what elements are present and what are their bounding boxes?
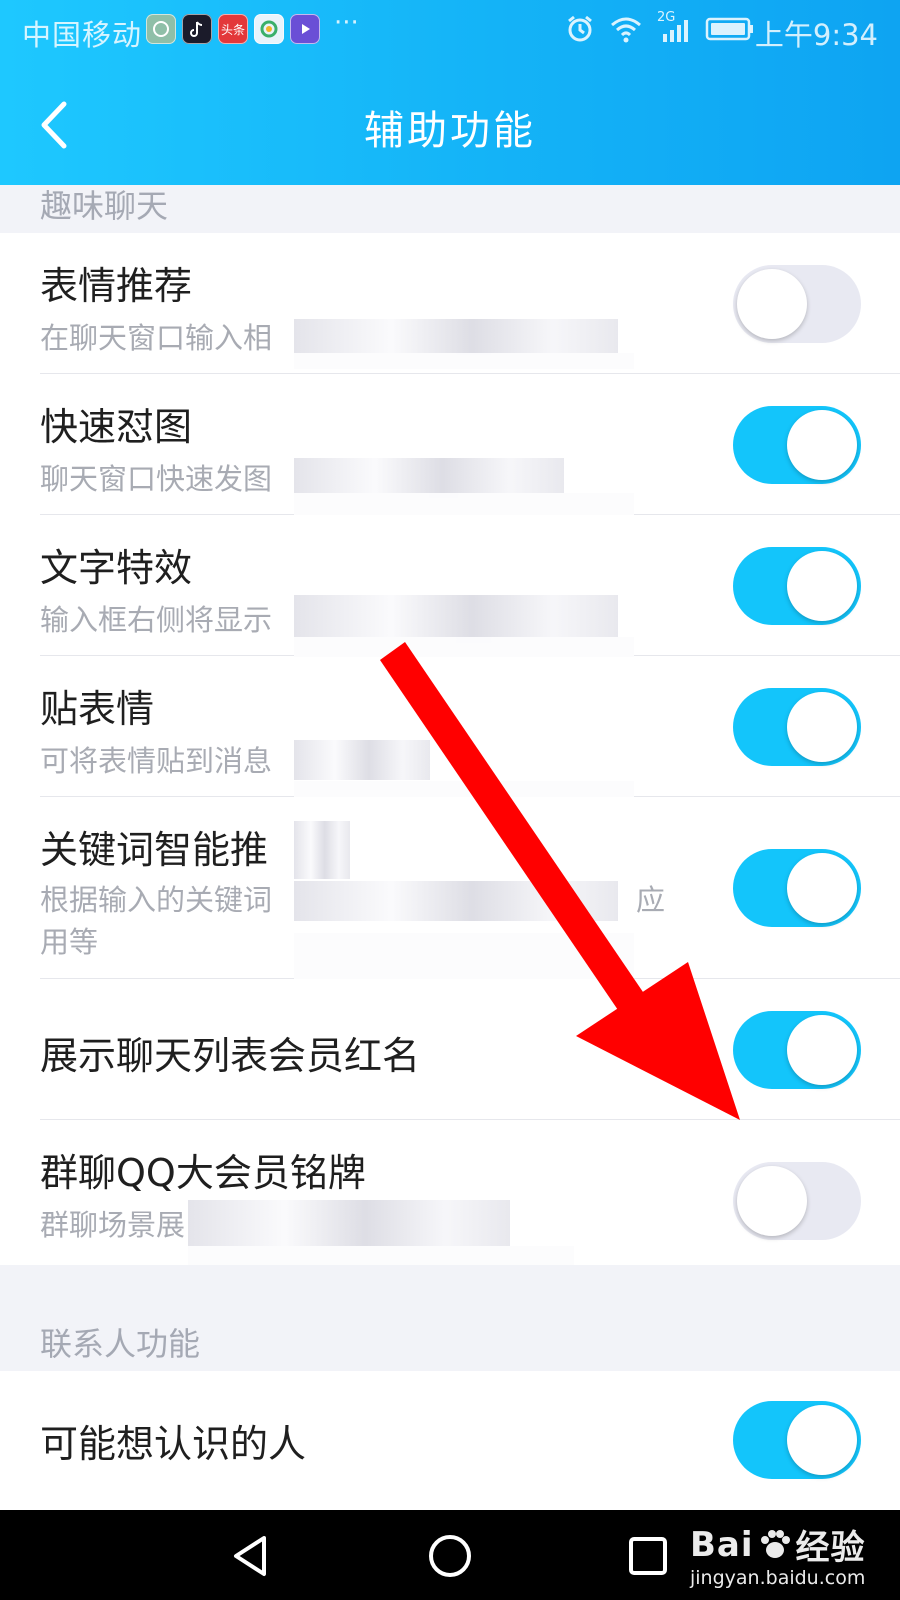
privacy-mosaic (294, 595, 618, 643)
toggle-knob (737, 269, 807, 339)
setting-description: 根据输入的关键词 (40, 883, 273, 917)
toutiao-icon: 头条 (218, 14, 248, 44)
nav-recents-button[interactable] (620, 1528, 676, 1584)
fun-chat-settings-card: 表情推荐 在聊天窗口输入相 快速怼图 聊天窗口快速发图 文字特效 输入框右侧将显… (0, 233, 900, 1265)
privacy-mosaic (294, 740, 430, 780)
privacy-mosaic-strip (294, 637, 634, 657)
privacy-mosaic (188, 1246, 574, 1265)
video-app-icon (290, 14, 320, 44)
toggle-knob (737, 1166, 807, 1236)
toggle-knob (787, 692, 857, 762)
page-title: 辅助功能 (364, 108, 536, 154)
setting-row-vip-red-name[interactable]: 展示聊天列表会员红名 (0, 979, 900, 1120)
nav-home-button[interactable] (422, 1528, 478, 1584)
notification-icons: 头条 (146, 14, 320, 44)
setting-description-suffix: 应 (636, 883, 666, 917)
privacy-mosaic (294, 881, 618, 921)
tiktok-icon (182, 14, 212, 44)
setting-title: 表情推荐 (40, 264, 193, 308)
more-notifications: ··· (334, 8, 359, 38)
setting-description: 聊天窗口快速发图 (40, 462, 273, 496)
title-bar: 辅助功能 (0, 62, 900, 185)
app-header: 中国移动 头条 ··· 2G 上午9:34 辅助功能 (0, 0, 900, 185)
signal-icon: 2G (657, 10, 691, 44)
setting-row-group-vip-badge[interactable]: 群聊QQ大会员铭牌 群聊场景展 (0, 1120, 900, 1265)
setting-title: 展示聊天列表会员红名 (40, 1034, 421, 1078)
alarm-icon (568, 15, 592, 42)
toutiao-label: 头条 (220, 22, 245, 37)
browser-app-icon (254, 14, 284, 44)
setting-description-line2: 用等 (40, 925, 99, 959)
privacy-mosaic-strip (294, 493, 634, 515)
setting-title: 快速怼图 (40, 405, 193, 449)
setting-title: 文字特效 (40, 546, 193, 590)
quick-image-toggle[interactable] (733, 406, 861, 484)
setting-description: 输入框右侧将显示 (40, 603, 273, 637)
privacy-mosaic (294, 319, 618, 355)
setting-description: 在聊天窗口输入相 (40, 321, 273, 355)
privacy-mosaic (188, 1200, 510, 1246)
toggle-knob (787, 1015, 857, 1085)
setting-title: 群聊QQ大会员铭牌 (40, 1151, 366, 1195)
setting-title: 贴表情 (40, 687, 155, 731)
toggle-knob (787, 853, 857, 923)
vip-red-name-toggle[interactable] (733, 1011, 861, 1089)
nav-back-button[interactable] (224, 1528, 280, 1584)
home-circle-icon (429, 1535, 471, 1577)
baidu-jingyan-watermark: Bai 经验 jingyan.baidu.com (690, 1520, 866, 1590)
sticker-toggle[interactable] (733, 688, 861, 766)
recents-square-icon (629, 1537, 667, 1575)
group-vip-badge-toggle[interactable] (733, 1162, 861, 1240)
setting-description: 可将表情贴到消息 (40, 744, 273, 778)
setting-row-sticker[interactable]: 贴表情 可将表情贴到消息 (0, 656, 900, 797)
text-effects-toggle[interactable] (733, 547, 861, 625)
section-title: 趣味聊天 (40, 187, 169, 225)
watermark-url: jingyan.baidu.com (690, 1567, 866, 1589)
system-navigation-bar: Bai 经验 jingyan.baidu.com (0, 1510, 900, 1600)
people-you-may-know-toggle[interactable] (733, 1401, 861, 1479)
setting-row-people-you-may-know[interactable]: 可能想认识的人 (0, 1371, 900, 1510)
system-icons: 2G (565, 10, 755, 44)
contacts-settings-card: 可能想认识的人 (0, 1371, 900, 1510)
back-triangle-icon (234, 1536, 266, 1576)
privacy-mosaic-strip (294, 781, 634, 797)
section-header-fun-chat: 趣味聊天 (0, 185, 900, 233)
paw-logo-icon (760, 1529, 790, 1558)
privacy-mosaic (294, 458, 564, 498)
setting-description: 群聊场景展 (40, 1208, 186, 1242)
setting-row-text-effects[interactable]: 文字特效 输入框右侧将显示 (0, 515, 900, 656)
section-header-contacts: 联系人功能 (0, 1265, 900, 1371)
watermark-brand: Bai (690, 1524, 754, 1565)
photo-app-icon (146, 14, 176, 44)
toggle-knob (787, 1405, 857, 1475)
wifi-icon (611, 17, 641, 43)
setting-title: 关键词智能推 (40, 828, 269, 872)
battery-icon (705, 17, 753, 41)
privacy-mosaic (294, 821, 350, 879)
status-time: 上午9:34 (754, 18, 878, 52)
watermark-brand-suffix: 经验 (795, 1528, 866, 1568)
section-title: 联系人功能 (40, 1325, 201, 1363)
keyword-recommend-toggle[interactable] (733, 849, 861, 927)
privacy-mosaic-strip (294, 933, 634, 979)
carrier-name: 中国移动 (22, 18, 143, 52)
setting-title: 可能想认识的人 (40, 1422, 307, 1466)
status-bar: 中国移动 头条 ··· 2G 上午9:34 (0, 0, 900, 62)
toggle-knob (787, 410, 857, 480)
privacy-mosaic-strip (294, 353, 634, 369)
toggle-knob (787, 551, 857, 621)
emoji-recommend-toggle[interactable] (733, 265, 861, 343)
